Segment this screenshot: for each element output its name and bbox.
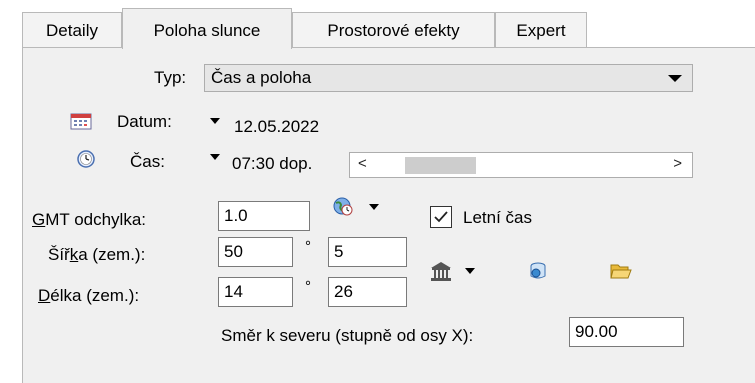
delka-degrees-input[interactable]: 14 bbox=[218, 277, 293, 307]
sirka-label: Šířka (zem.): bbox=[48, 245, 145, 265]
time-scrollbar[interactable]: < > bbox=[349, 152, 693, 178]
building-icon[interactable] bbox=[429, 260, 453, 282]
tab-prostorove-efekty[interactable]: Prostorové efekty bbox=[292, 12, 495, 48]
datum-dropdown-icon[interactable] bbox=[210, 118, 220, 124]
typ-select[interactable]: Čas a poloha bbox=[204, 64, 693, 92]
globe-time-icon[interactable] bbox=[332, 195, 354, 217]
database-icon[interactable] bbox=[528, 261, 548, 281]
sever-input[interactable]: 90.00 bbox=[569, 317, 684, 347]
scroll-right-arrow[interactable]: > bbox=[673, 155, 682, 172]
gmt-offset-input[interactable]: 1.0 bbox=[218, 201, 310, 231]
tab-expert[interactable]: Expert bbox=[495, 12, 587, 48]
sever-value: 90.00 bbox=[575, 322, 618, 341]
typ-value: Čas a poloha bbox=[211, 68, 312, 87]
letni-cas-checkbox[interactable] bbox=[430, 206, 452, 228]
datum-value[interactable]: 12.05.2022 bbox=[234, 117, 319, 137]
sirka-degrees-value: 50 bbox=[224, 242, 243, 261]
sever-label: Směr k severu (stupně od osy X): bbox=[221, 326, 474, 345]
gmt-label-text: MT odchylka: bbox=[45, 210, 147, 229]
sirka-label-accel: k bbox=[69, 245, 79, 264]
scroll-thumb[interactable] bbox=[405, 157, 476, 174]
chevron-down-icon bbox=[668, 75, 682, 82]
typ-label: Typ: bbox=[154, 68, 187, 87]
letni-cas-label[interactable]: Letní čas bbox=[463, 208, 532, 228]
cas-label: Čas: bbox=[130, 152, 165, 171]
gmt-label: GMT odchylka: bbox=[32, 210, 146, 230]
sirka-degrees-input[interactable]: 50 bbox=[218, 237, 293, 267]
datum-label: Datum: bbox=[117, 112, 172, 131]
tab-label: Expert bbox=[516, 21, 566, 40]
tab-label: Detaily bbox=[46, 21, 98, 40]
gmt-offset-value: 1.0 bbox=[224, 206, 248, 225]
delka-minutes-value: 26 bbox=[334, 282, 353, 301]
building-dropdown-icon[interactable] bbox=[465, 268, 475, 274]
tab-label: Poloha slunce bbox=[153, 21, 261, 40]
tab-label: Prostorové efekty bbox=[327, 21, 460, 40]
scroll-left-arrow[interactable]: < bbox=[358, 155, 367, 172]
delka-label: Délka (zem.): bbox=[38, 286, 139, 306]
sirka-minutes-input[interactable]: 5 bbox=[328, 237, 407, 267]
sirka-label-post: a (zem.): bbox=[78, 245, 146, 264]
cas-dropdown-icon[interactable] bbox=[210, 154, 220, 160]
checkmark-icon bbox=[434, 211, 448, 223]
delka-degree-symbol: ° bbox=[305, 278, 311, 295]
calendar-icon bbox=[70, 113, 92, 130]
sirka-minutes-value: 5 bbox=[334, 242, 344, 261]
gmt-label-accel: G bbox=[32, 210, 46, 229]
delka-label-accel: D bbox=[38, 286, 51, 305]
sirka-label-pre: Šíř bbox=[48, 245, 70, 264]
cas-value[interactable]: 07:30 dop. bbox=[232, 154, 312, 174]
sirka-degree-symbol: ° bbox=[305, 238, 311, 255]
tab-detaily[interactable]: Detaily bbox=[22, 12, 122, 48]
folder-open-icon[interactable] bbox=[610, 262, 632, 280]
tab-poloha-slunce[interactable]: Poloha slunce bbox=[122, 8, 292, 49]
delka-label-text: élka (zem.): bbox=[50, 286, 140, 305]
clock-icon bbox=[77, 150, 95, 168]
gmt-dropdown-icon[interactable] bbox=[369, 204, 379, 210]
delka-degrees-value: 14 bbox=[224, 282, 243, 301]
delka-minutes-input[interactable]: 26 bbox=[328, 277, 407, 307]
